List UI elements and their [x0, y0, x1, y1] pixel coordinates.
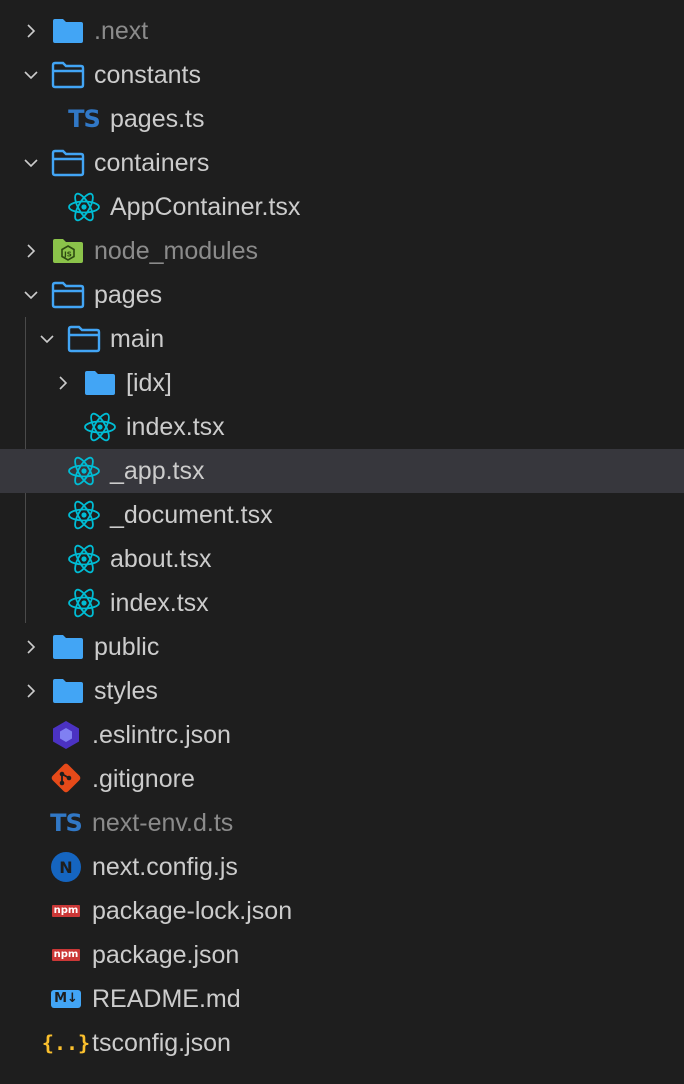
- item-label: AppContainer.tsx: [110, 193, 301, 221]
- item-label: README.md: [92, 985, 241, 1013]
- file-item-gitignore[interactable]: .gitignore: [0, 757, 684, 801]
- folder-item-main[interactable]: main: [0, 317, 684, 361]
- file-item-next-config-js[interactable]: Nnext.config.js: [0, 845, 684, 889]
- folder-item-idx[interactable]: [idx]: [0, 361, 684, 405]
- folder-open-icon: [50, 147, 86, 179]
- item-label: about.tsx: [110, 545, 212, 573]
- item-label: pages.ts: [110, 105, 205, 133]
- item-label: containers: [94, 149, 210, 177]
- npm-icon: npm: [51, 949, 81, 961]
- folder-item-node-modules[interactable]: JS node_modules: [0, 229, 684, 273]
- file-item-app-tsx[interactable]: _app.tsx: [0, 449, 684, 493]
- react-icon: [66, 499, 102, 531]
- item-label: [idx]: [126, 369, 172, 397]
- item-label: .next: [94, 17, 149, 45]
- file-item-appcontainer-tsx[interactable]: AppContainer.tsx: [0, 185, 684, 229]
- file-item-next-env-d-ts[interactable]: TS next-env.d.ts: [0, 801, 684, 845]
- file-item-index-tsx[interactable]: index.tsx: [0, 405, 684, 449]
- chevron-right-icon[interactable]: [52, 372, 74, 394]
- item-label: styles: [94, 677, 158, 705]
- file-item-pages-ts[interactable]: TS pages.ts: [0, 97, 684, 141]
- item-label: package.json: [92, 941, 240, 969]
- chevron-down-icon[interactable]: [20, 152, 42, 174]
- file-item-package-lock-json[interactable]: npm package-lock.json: [0, 889, 684, 933]
- git-icon: [48, 763, 84, 795]
- item-label: pages: [94, 281, 163, 309]
- folder-item-containers[interactable]: containers: [0, 141, 684, 185]
- folder-open-icon: [50, 59, 86, 91]
- item-label: .gitignore: [92, 765, 195, 793]
- folder-item-next[interactable]: .next: [0, 9, 684, 53]
- markdown-icon: M↓: [48, 983, 84, 1015]
- folder-icon: [50, 631, 86, 663]
- item-label: .eslintrc.json: [92, 721, 231, 749]
- chevron-right-icon[interactable]: [20, 636, 42, 658]
- chevron-down-icon[interactable]: [20, 284, 42, 306]
- typescript-icon: TS: [50, 809, 83, 837]
- item-label: _app.tsx: [110, 457, 205, 485]
- chevron-right-icon[interactable]: [20, 20, 42, 42]
- chevron-right-icon[interactable]: [20, 240, 42, 262]
- react-icon: [66, 587, 102, 619]
- item-label: package-lock.json: [92, 897, 293, 925]
- item-label: constants: [94, 61, 202, 89]
- item-label: public: [94, 633, 160, 661]
- folder-icon: [82, 367, 118, 399]
- item-label: index.tsx: [126, 413, 225, 441]
- item-label: index.tsx: [110, 589, 209, 617]
- item-label: _document.tsx: [110, 501, 273, 529]
- folder-open-icon: [50, 279, 86, 311]
- item-label: next-env.d.ts: [92, 809, 234, 837]
- file-item-package-json[interactable]: npm package.json: [0, 933, 684, 977]
- file-item-about-tsx[interactable]: about.tsx: [0, 537, 684, 581]
- chevron-down-icon[interactable]: [20, 64, 42, 86]
- nextjs-icon: N: [48, 851, 84, 883]
- file-item-tsconfig-json[interactable]: {..} tsconfig.json: [0, 1021, 684, 1065]
- react-icon: [66, 455, 102, 487]
- eslint-icon: [48, 719, 84, 751]
- item-label: node_modules: [94, 237, 259, 265]
- item-label: tsconfig.json: [92, 1029, 231, 1057]
- react-icon: [66, 543, 102, 575]
- folder-icon: [50, 15, 86, 47]
- item-label: next.config.js: [92, 853, 238, 881]
- json-icon: {..}: [41, 1031, 91, 1055]
- folder-open-icon: [66, 323, 102, 355]
- typescript-icon: TS: [68, 105, 101, 133]
- folder-item-styles[interactable]: styles: [0, 669, 684, 713]
- nodejs-folder-icon: JS: [50, 235, 86, 267]
- react-icon: [66, 191, 102, 223]
- folder-icon: [50, 675, 86, 707]
- file-item-readme-md[interactable]: M↓ README.md: [0, 977, 684, 1021]
- chevron-right-icon[interactable]: [20, 680, 42, 702]
- svg-text:JS: JS: [63, 251, 72, 259]
- folder-item-public[interactable]: public: [0, 625, 684, 669]
- item-label: main: [110, 325, 165, 353]
- file-item-index-tsx[interactable]: index.tsx: [0, 581, 684, 625]
- react-icon: [82, 411, 118, 443]
- chevron-down-icon[interactable]: [36, 328, 58, 350]
- npm-icon: npm: [51, 905, 81, 917]
- file-explorer-tree: .next constants TS pages.ts containers AppCon…: [0, 0, 684, 1084]
- svg-text:N: N: [59, 858, 72, 877]
- folder-item-constants[interactable]: constants: [0, 53, 684, 97]
- folder-item-pages[interactable]: pages: [0, 273, 684, 317]
- file-item-eslintrc-json[interactable]: .eslintrc.json: [0, 713, 684, 757]
- file-item-document-tsx[interactable]: _document.tsx: [0, 493, 684, 537]
